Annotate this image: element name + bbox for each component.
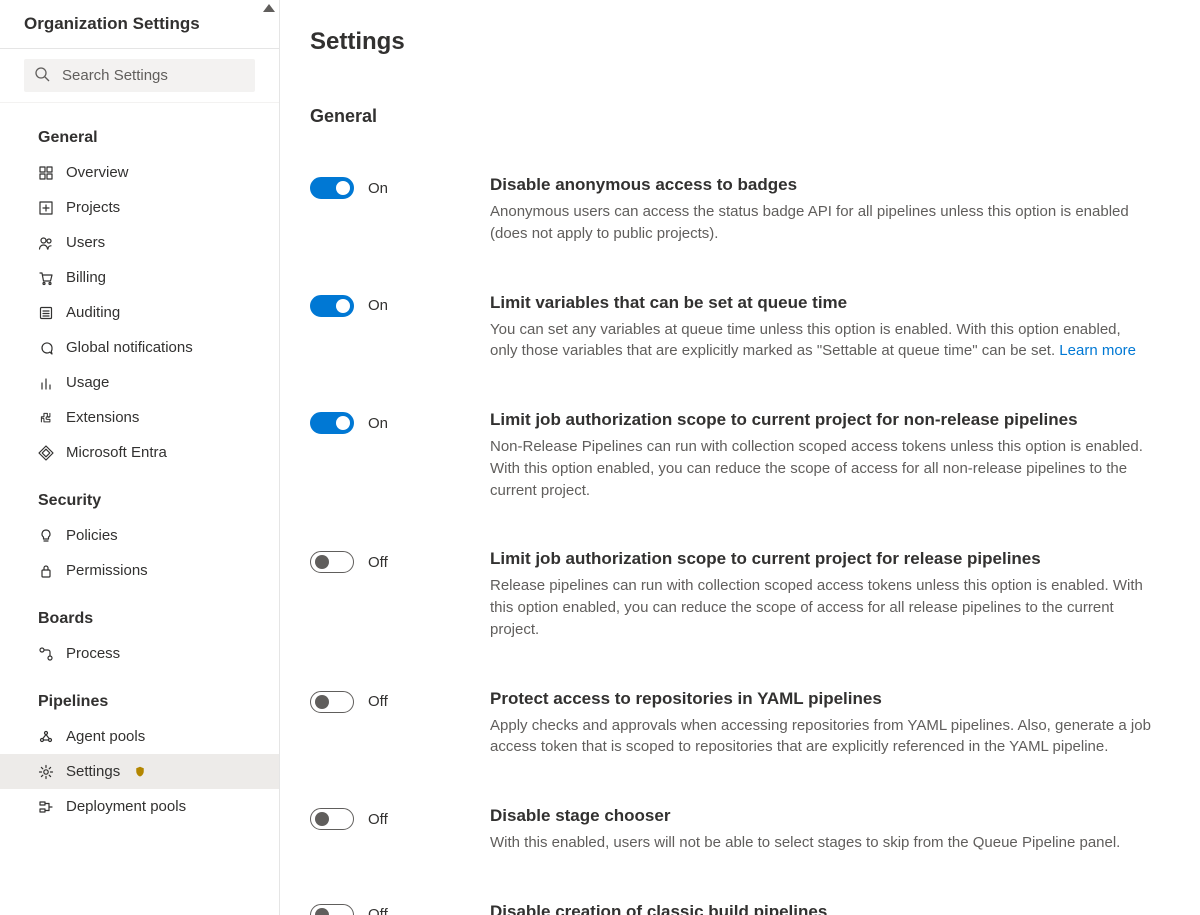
sidebar-item-projects[interactable]: Projects [0,190,279,225]
setting-description: You can set any variables at queue time … [490,319,1152,363]
setting-row-limit-scope-release: Off Limit job authorization scope to curr… [310,549,1152,640]
sidebar-item-label: Process [66,645,120,662]
setting-description: Non-Release Pipelines can run with colle… [490,436,1152,501]
setting-row-limit-queue-vars: On Limit variables that can be set at que… [310,293,1152,363]
sidebar-item-label: Billing [66,269,106,286]
setting-row-disable-classic-build: Off Disable creation of classic build pip… [310,902,1152,915]
sidebar-nav: General Overview Projects Users Billing Audit… [0,103,279,915]
plus-box-icon [38,200,54,216]
setting-title: Disable anonymous access to badges [490,175,1152,195]
setting-row-disable-stage-chooser: Off Disable stage chooser With this enable… [310,806,1152,854]
bar-icon [38,375,54,391]
setting-row-protect-repos-yaml: Off Protect access to repositories in YAM… [310,689,1152,759]
sidebar-item-label: Usage [66,374,109,391]
setting-row-disable-anon-badges: On Disable anonymous access to badges Anon… [310,175,1152,245]
sidebar-item-label: Deployment pools [66,798,186,815]
nav-group-heading: Pipelines [0,671,279,719]
learn-more-link[interactable]: Learn more [1059,342,1136,359]
sidebar-item-auditing[interactable]: Auditing [0,295,279,330]
search-icon [34,66,60,85]
toggle-disable-stage-chooser[interactable] [310,808,354,830]
toggle-state-label: On [368,297,388,314]
page-title: Settings [310,28,1152,56]
deploy-icon [38,799,54,815]
toggle-limit-scope-nonrelease[interactable] [310,412,354,434]
setting-title: Limit job authorization scope to current… [490,549,1152,569]
setting-row-limit-scope-nonrelease: On Limit job authorization scope to curre… [310,410,1152,501]
sidebar-item-overview[interactable]: Overview [0,155,279,190]
toggle-protect-repos-yaml[interactable] [310,691,354,713]
sidebar-item-label: Policies [66,527,118,544]
sidebar-item-deployment-pools[interactable]: Deployment pools [0,789,279,824]
people-icon [38,235,54,251]
setting-title: Disable stage chooser [490,806,1152,826]
setting-title: Disable creation of classic build pipeli… [490,902,1152,915]
gear-icon [38,764,54,780]
sidebar-item-label: Users [66,234,105,251]
toggle-state-label: Off [368,811,388,828]
toggle-disable-anon-badges[interactable] [310,177,354,199]
cart-icon [38,270,54,286]
section-heading: General [310,106,1152,127]
sidebar-item-microsoft-entra[interactable]: Microsoft Entra [0,435,279,470]
setting-description: With this enabled, users will not be abl… [490,832,1152,854]
sidebar-item-label: Extensions [66,409,139,426]
sidebar-item-label: Microsoft Entra [66,444,167,461]
sidebar-item-settings[interactable]: Settings [0,754,279,789]
setting-description: Release pipelines can run with collectio… [490,575,1152,640]
search-settings[interactable] [24,59,255,92]
toggle-state-label: Off [368,906,388,915]
sidebar-item-global-notifications[interactable]: Global notifications [0,330,279,365]
sidebar-item-label: Permissions [66,562,148,579]
toggle-limit-scope-release[interactable] [310,551,354,573]
sidebar-item-label: Global notifications [66,339,193,356]
bulb-icon [38,528,54,544]
list-icon [38,305,54,321]
main-content: Settings General On Disable anonymous acc… [280,0,1200,915]
pools-icon [38,729,54,745]
lock-icon [38,563,54,579]
toggle-state-label: Off [368,554,388,571]
chat-icon [38,340,54,356]
setting-description: Apply checks and approvals when accessin… [490,715,1152,759]
puzzle-icon [38,410,54,426]
nav-group-heading: General [0,107,279,155]
grid-icon [38,165,54,181]
sidebar-title: Organization Settings [24,14,255,34]
toggle-disable-classic-build[interactable] [310,904,354,915]
nav-group-heading: Boards [0,588,279,636]
sidebar-item-process[interactable]: Process [0,636,279,671]
toggle-state-label: On [368,415,388,432]
toggle-state-label: On [368,180,388,197]
sidebar-item-agent-pools[interactable]: Agent pools [0,719,279,754]
sidebar-header: Organization Settings [0,0,279,49]
search-input[interactable] [60,66,245,85]
sidebar-item-policies[interactable]: Policies [0,518,279,553]
diamond-icon [38,445,54,461]
sidebar-item-label: Projects [66,199,120,216]
sidebar-item-label: Auditing [66,304,120,321]
nav-group-heading: Security [0,470,279,518]
sidebar-item-extensions[interactable]: Extensions [0,400,279,435]
toggle-state-label: Off [368,693,388,710]
flow-icon [38,646,54,662]
setting-title: Limit job authorization scope to current… [490,410,1152,430]
shield-icon [134,766,146,778]
sidebar-item-users[interactable]: Users [0,225,279,260]
sidebar: Organization Settings General Overview Pro… [0,0,280,915]
sidebar-item-billing[interactable]: Billing [0,260,279,295]
setting-description: Anonymous users can access the status ba… [490,201,1152,245]
collapse-sidebar-icon[interactable] [263,4,275,12]
sidebar-item-permissions[interactable]: Permissions [0,553,279,588]
sidebar-item-label: Agent pools [66,728,145,745]
sidebar-item-usage[interactable]: Usage [0,365,279,400]
setting-title: Protect access to repositories in YAML p… [490,689,1152,709]
setting-title: Limit variables that can be set at queue… [490,293,1152,313]
sidebar-item-label: Overview [66,164,129,181]
toggle-limit-queue-vars[interactable] [310,295,354,317]
sidebar-item-label: Settings [66,763,120,780]
